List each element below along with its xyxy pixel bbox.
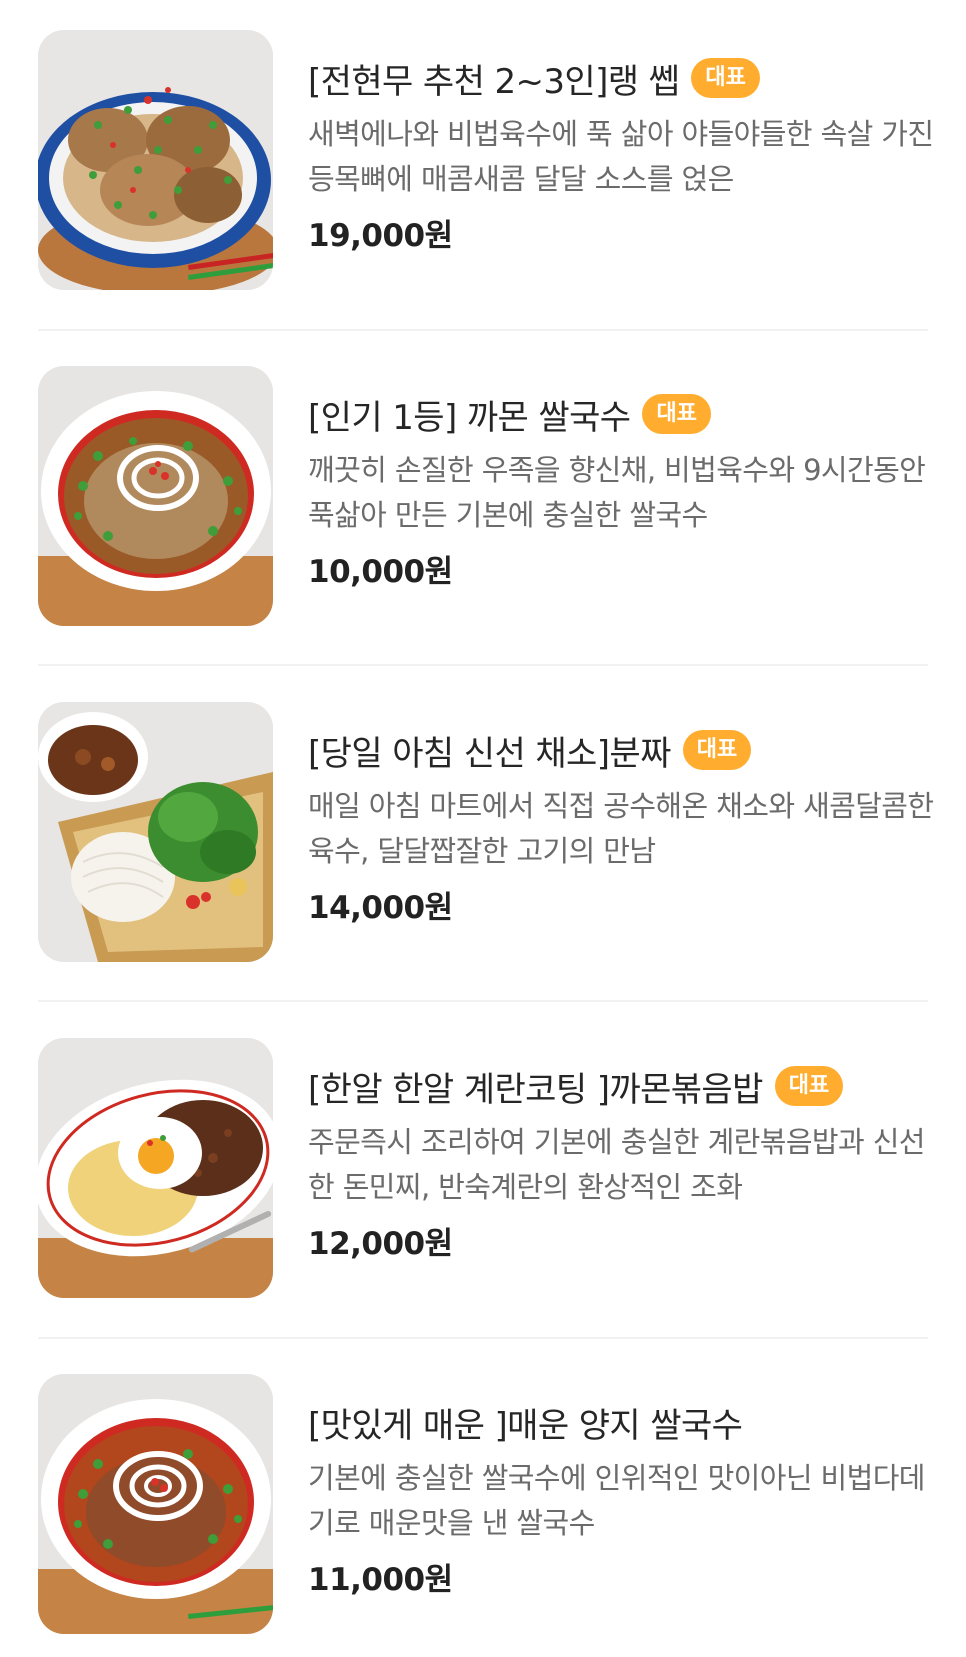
title-row: [한알 한알 계란코팅 ]까몬볶음밥 대표 <box>308 1060 938 1112</box>
menu-description: 기본에 충실한 쌀국수에 인위적인 맛이아닌 비법다데기로 매운맛을 낸 쌀국수 <box>308 1461 925 1540</box>
menu-info: [전현무 추천 2~3인]랭 쎕 대표 새벽에나와 비법육수에 푹 삶아 야들야… <box>308 52 938 255</box>
representative-badge: 대표 <box>691 58 760 98</box>
menu-price: 10,000원 <box>308 554 453 590</box>
title-row: [인기 1등] 까몬 쌀국수 대표 <box>308 388 938 440</box>
menu-price: 14,000원 <box>308 890 453 926</box>
divider <box>38 1000 928 1002</box>
menu-title: [맛있게 매운 ]매운 양지 쌀국수 <box>308 1405 743 1446</box>
braised-pork-ribs-photo <box>38 30 273 290</box>
divider <box>38 664 928 666</box>
rice-noodle-soup-photo <box>38 366 273 626</box>
title-row: [맛있게 매운 ]매운 양지 쌀국수 <box>308 1396 938 1448</box>
menu-list: [전현무 추천 2~3인]랭 쎕 대표 새벽에나와 비법육수에 푹 삶아 야들야… <box>0 0 966 1657</box>
divider <box>38 329 928 331</box>
menu-item-bun-cha[interactable]: [당일 아침 신선 채소]분짜 대표 매일 아침 마트에서 직접 공수해온 채소… <box>38 702 934 964</box>
fried-rice-egg-photo <box>38 1038 273 1298</box>
representative-badge: 대표 <box>642 394 711 434</box>
menu-description: 매일 아침 마트에서 직접 공수해온 채소와 새콤달콤한 육수, 달달짭잘한 고… <box>308 789 934 868</box>
menu-price: 12,000원 <box>308 1226 453 1262</box>
menu-title: [전현무 추천 2~3인]랭 쎕 <box>308 61 680 102</box>
menu-description: 깨끗히 손질한 우족을 향신채, 비법육수와 9시간동안 푹삶아 만든 기본에 … <box>308 453 926 532</box>
menu-description: 새벽에나와 비법육수에 푹 삶아 야들야들한 속살 가진 등목뼈에 매콤새콤 달… <box>308 117 934 196</box>
menu-info: [인기 1등] 까몬 쌀국수 대표 깨끗히 손질한 우족을 향신채, 비법육수와… <box>308 388 938 591</box>
title-row: [전현무 추천 2~3인]랭 쎕 대표 <box>308 52 938 104</box>
representative-badge: 대표 <box>774 1066 844 1106</box>
divider <box>38 1337 928 1339</box>
menu-description: 주문즉시 조리하여 기본에 충실한 계란볶음밥과 신선한 돈민찌, 반숙계란의 … <box>308 1125 925 1204</box>
spicy-brisket-noodle-photo <box>38 1374 273 1634</box>
title-row: [당일 아침 신선 채소]분짜 대표 <box>308 724 938 776</box>
menu-info: [한알 한알 계란코팅 ]까몬볶음밥 대표 주문즉시 조리하여 기본에 충실한 … <box>308 1060 938 1263</box>
menu-item-camon-fried-rice[interactable]: [한알 한알 계란코팅 ]까몬볶음밥 대표 주문즉시 조리하여 기본에 충실한 … <box>38 1038 928 1300</box>
menu-title: [한알 한알 계란코팅 ]까몬볶음밥 <box>308 1069 763 1110</box>
menu-title: [인기 1등] 까몬 쌀국수 <box>308 397 631 438</box>
bun-cha-photo <box>38 702 273 962</box>
menu-item-camon-pho[interactable]: [인기 1등] 까몬 쌀국수 대표 깨끗히 손질한 우족을 향신채, 비법육수와… <box>38 366 928 628</box>
menu-info: [맛있게 매운 ]매운 양지 쌀국수 기본에 충실한 쌀국수에 인위적인 맛이아… <box>308 1396 938 1599</box>
menu-title: [당일 아침 신선 채소]분짜 <box>308 733 671 774</box>
menu-item-lang-sseop[interactable]: [전현무 추천 2~3인]랭 쎕 대표 새벽에나와 비법육수에 푹 삶아 야들야… <box>38 30 934 292</box>
menu-info: [당일 아침 신선 채소]분짜 대표 매일 아침 마트에서 직접 공수해온 채소… <box>308 724 938 927</box>
menu-price: 19,000원 <box>308 218 453 254</box>
menu-item-spicy-brisket-pho[interactable]: [맛있게 매운 ]매운 양지 쌀국수 기본에 충실한 쌀국수에 인위적인 맛이아… <box>38 1374 928 1636</box>
representative-badge: 대표 <box>682 730 752 770</box>
menu-price: 11,000원 <box>308 1562 453 1598</box>
